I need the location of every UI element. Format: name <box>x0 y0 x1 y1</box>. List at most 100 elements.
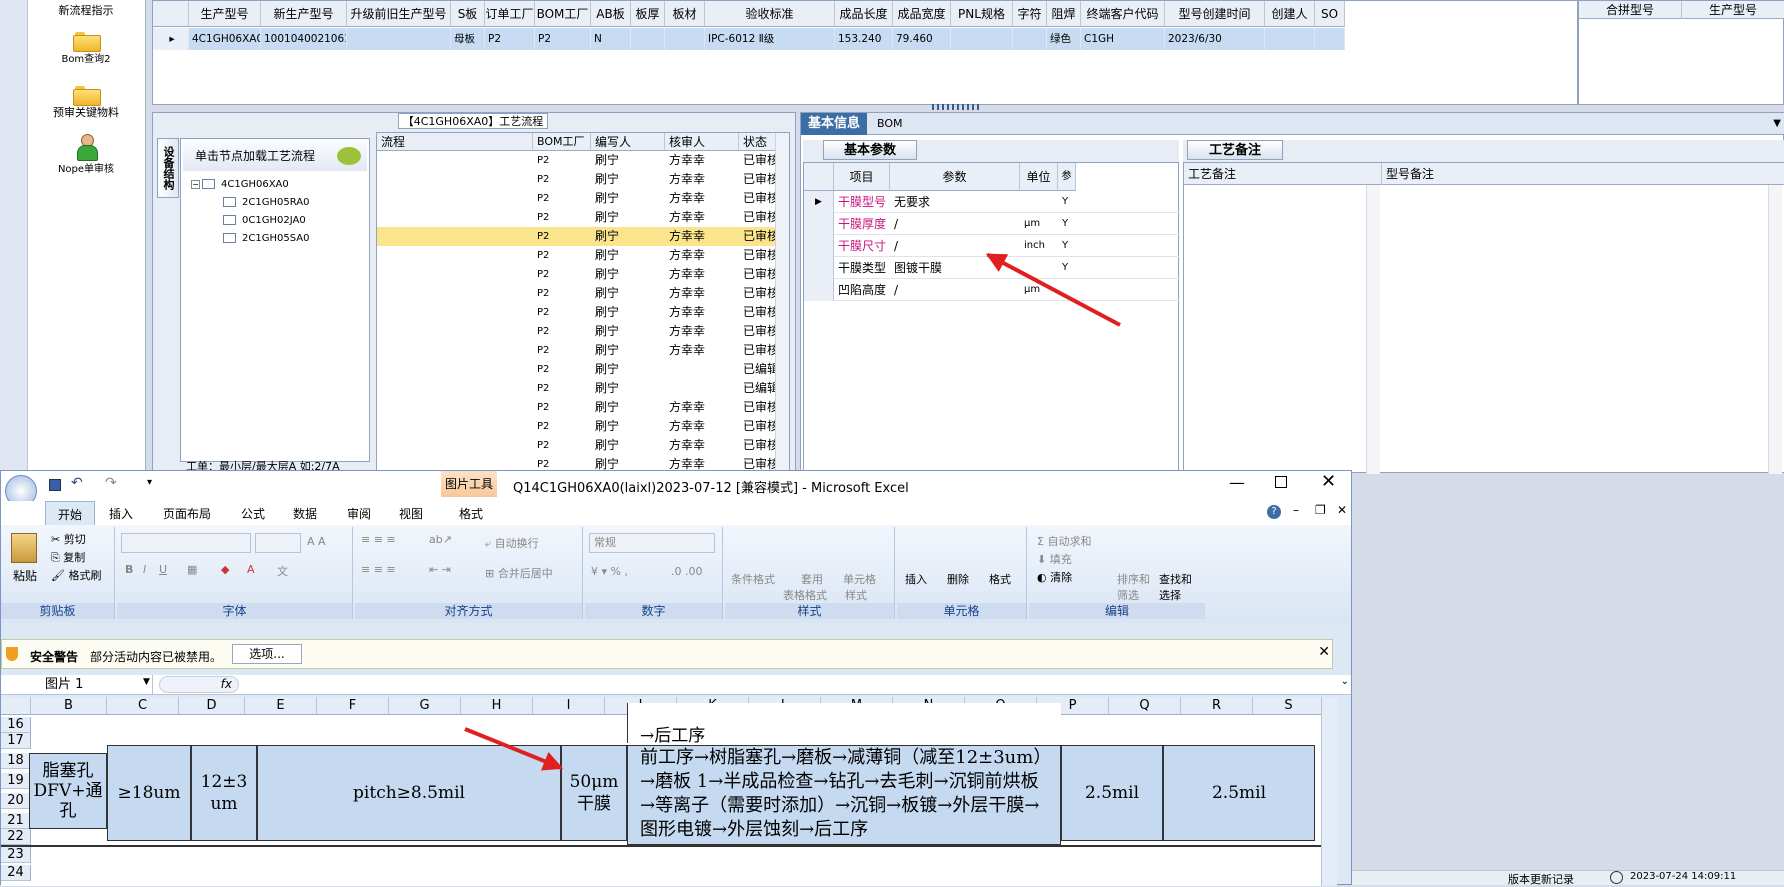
table-row[interactable]: 图形电镀 P2 刷宁 方幸幸 已审核 <box>377 303 789 322</box>
grid-cell[interactable]: 母板 <box>451 28 485 50</box>
col-header[interactable]: 编写人 <box>591 133 665 151</box>
col-header[interactable]: 成品宽度 <box>893 1 951 27</box>
table-row[interactable]: 电镀1 P2 刷宁 方幸幸 已审核 <box>377 151 789 170</box>
col-header[interactable]: 项目 <box>834 163 890 191</box>
col-header[interactable]: 新生产型号 <box>261 1 347 27</box>
splitter-handle[interactable] <box>932 104 982 110</box>
grid-cell[interactable]: C1GH <box>1081 28 1165 50</box>
ribbon-restore-icon[interactable]: ❐ <box>1315 503 1326 517</box>
table-row[interactable]: 外层干膜 P2 刷宁 方幸幸 已审核 <box>377 189 789 208</box>
scrollbar[interactable] <box>775 133 789 471</box>
col-header[interactable]: 订单工厂 <box>485 1 535 27</box>
col-header[interactable]: 核审人 <box>665 133 739 151</box>
tab-bom[interactable]: BOM <box>877 113 903 135</box>
grid-cell[interactable]: 79.460 <box>893 28 951 50</box>
tab-home[interactable]: 开始 <box>45 501 96 527</box>
tab-formulas[interactable]: 公式 <box>241 505 265 522</box>
grid-cell[interactable] <box>951 28 1013 50</box>
column-header[interactable]: F <box>317 697 389 715</box>
column-header[interactable]: S <box>1253 697 1325 715</box>
autosum-button[interactable]: Σ 自动求和 <box>1037 533 1091 549</box>
tab-data[interactable]: 数据 <box>293 505 317 522</box>
tree-node[interactable]: 2C1GH05SA0 <box>223 233 309 244</box>
minimize-icon[interactable]: — <box>1229 473 1245 492</box>
tab-basic-params[interactable]: 基本参数 <box>823 140 917 160</box>
cell-b[interactable]: 脂塞孔 DFV+通 孔 <box>29 753 107 829</box>
grid-cell[interactable]: P2 <box>485 28 535 50</box>
ribbon-minimize-icon[interactable]: – <box>1293 503 1299 517</box>
close-icon[interactable]: ✕ <box>1318 644 1330 660</box>
grid-cell[interactable]: 4C1GH06XA0 <box>189 28 261 50</box>
fill-button[interactable]: ⬇ 填充 <box>1037 551 1072 567</box>
col-header[interactable]: 合拼型号 <box>1579 1 1682 19</box>
grid-cell[interactable] <box>665 28 705 50</box>
name-box[interactable]: 图片 1 <box>1 675 153 694</box>
col-header[interactable]: 创建人 <box>1265 1 1315 27</box>
col-header[interactable]: 成品长度 <box>835 1 893 27</box>
col-header[interactable]: 生产型号 <box>189 1 261 27</box>
table-row[interactable]: 曝光 P2 刷宁 方幸幸 已审核 <box>377 246 789 265</box>
grid-cell[interactable]: IPC-6012 Ⅱ级 <box>705 28 835 50</box>
col-header[interactable]: SO <box>1315 1 1345 27</box>
decimal-icon[interactable]: .0 .00 <box>671 565 703 578</box>
number-format-combo[interactable]: 常规 <box>589 533 715 553</box>
cut-button[interactable]: ✂ 剪切 <box>51 531 86 547</box>
col-header[interactable]: AB板 <box>591 1 631 27</box>
table-row[interactable]: 铣板 P2 刷宁 已编辑 <box>377 379 789 398</box>
table-row[interactable]: ▶ 干膜型号 无要求 Y <box>804 191 1180 213</box>
nav-item-nope-review[interactable]: Nope单审核 <box>36 134 136 175</box>
tab-device-structure[interactable]: 设备结构 <box>157 138 179 198</box>
help-icon[interactable]: ? <box>1267 505 1281 519</box>
select-all[interactable] <box>1 697 31 715</box>
column-header[interactable]: E <box>245 697 317 715</box>
column-header[interactable]: B <box>31 697 107 715</box>
cell-style-button[interactable]: 单元格 <box>843 571 876 587</box>
col-header[interactable]: 流程 <box>377 133 533 151</box>
col-header[interactable]: 阻焊 <box>1047 1 1081 27</box>
table-format-button[interactable]: 套用 <box>801 571 823 587</box>
col-header[interactable]: BOM工厂 <box>535 1 591 27</box>
row-header[interactable]: 17 <box>1 733 31 749</box>
close-icon[interactable]: ✕ <box>1321 471 1336 492</box>
tree-node[interactable]: 2C1GH05RA0 <box>223 197 309 208</box>
table-row[interactable]: 干膜厚度 / μm Y <box>804 213 1180 235</box>
conditional-format-button[interactable]: 条件格式 <box>731 571 775 587</box>
cell-r[interactable]: 2.5mil <box>1163 745 1315 841</box>
table-row[interactable]: 外层蚀刻 P2 刷宁 方幸幸 已审核 <box>377 398 789 417</box>
column-header[interactable]: R <box>1181 697 1253 715</box>
clear-button[interactable]: ◐ 清除 <box>1037 569 1072 585</box>
table-row[interactable]: 图形电镀 P2 刷宁 方幸幸 已审核 <box>377 284 789 303</box>
column-header[interactable]: C <box>107 697 179 715</box>
format-painter-button[interactable]: 🖌 格式刷 <box>51 567 101 583</box>
redo-icon[interactable]: ↷ <box>105 475 117 491</box>
font-color-icon[interactable]: A <box>247 563 255 576</box>
col-header[interactable]: 升级前旧生产型号 <box>347 1 451 27</box>
delete-button[interactable]: 删除 <box>947 571 969 587</box>
align-left-icon[interactable]: ≡ ≡ ≡ <box>361 563 396 576</box>
grid-cell[interactable]: N <box>591 28 631 50</box>
grid-cell[interactable]: 10010400210615 <box>261 28 347 50</box>
row-header[interactable]: 16 <box>1 717 31 733</box>
col-header[interactable]: BOM工厂 <box>533 133 591 151</box>
cell-i[interactable]: 50μm 干膜 <box>561 745 627 841</box>
cell-p[interactable]: 2.5mil <box>1061 745 1163 841</box>
row-header[interactable]: 19 <box>1 773 31 789</box>
scrollbar[interactable] <box>1366 185 1380 474</box>
cell-flow-top[interactable]: →后工序 <box>627 703 1061 743</box>
col-header[interactable]: S板 <box>451 1 485 27</box>
nav-item-new-flow[interactable]: 新流程指示 <box>36 2 136 18</box>
save-icon[interactable] <box>49 479 61 491</box>
tab-insert[interactable]: 插入 <box>109 505 133 522</box>
cell-d[interactable]: 12±3 um <box>191 745 257 841</box>
column-header[interactable]: G <box>389 697 461 715</box>
find-select-button[interactable]: 查找和 <box>1159 571 1192 587</box>
options-button[interactable]: 选项... <box>232 644 302 664</box>
bold-icon[interactable]: B <box>125 563 133 576</box>
cell-efh[interactable]: pitch≥8.5mil <box>257 745 561 841</box>
grid-cell[interactable]: 153.240 <box>835 28 893 50</box>
grid-cell[interactable]: 绿色 <box>1047 28 1081 50</box>
paste-icon[interactable] <box>11 533 37 563</box>
col-header[interactable]: 生产型号 <box>1682 1 1784 19</box>
table-row[interactable]: 外层蚀刻1 P2 刷宁 方幸幸 已审核 <box>377 322 789 341</box>
nav-item-pre-review[interactable]: 预审关键物料 <box>36 84 136 120</box>
